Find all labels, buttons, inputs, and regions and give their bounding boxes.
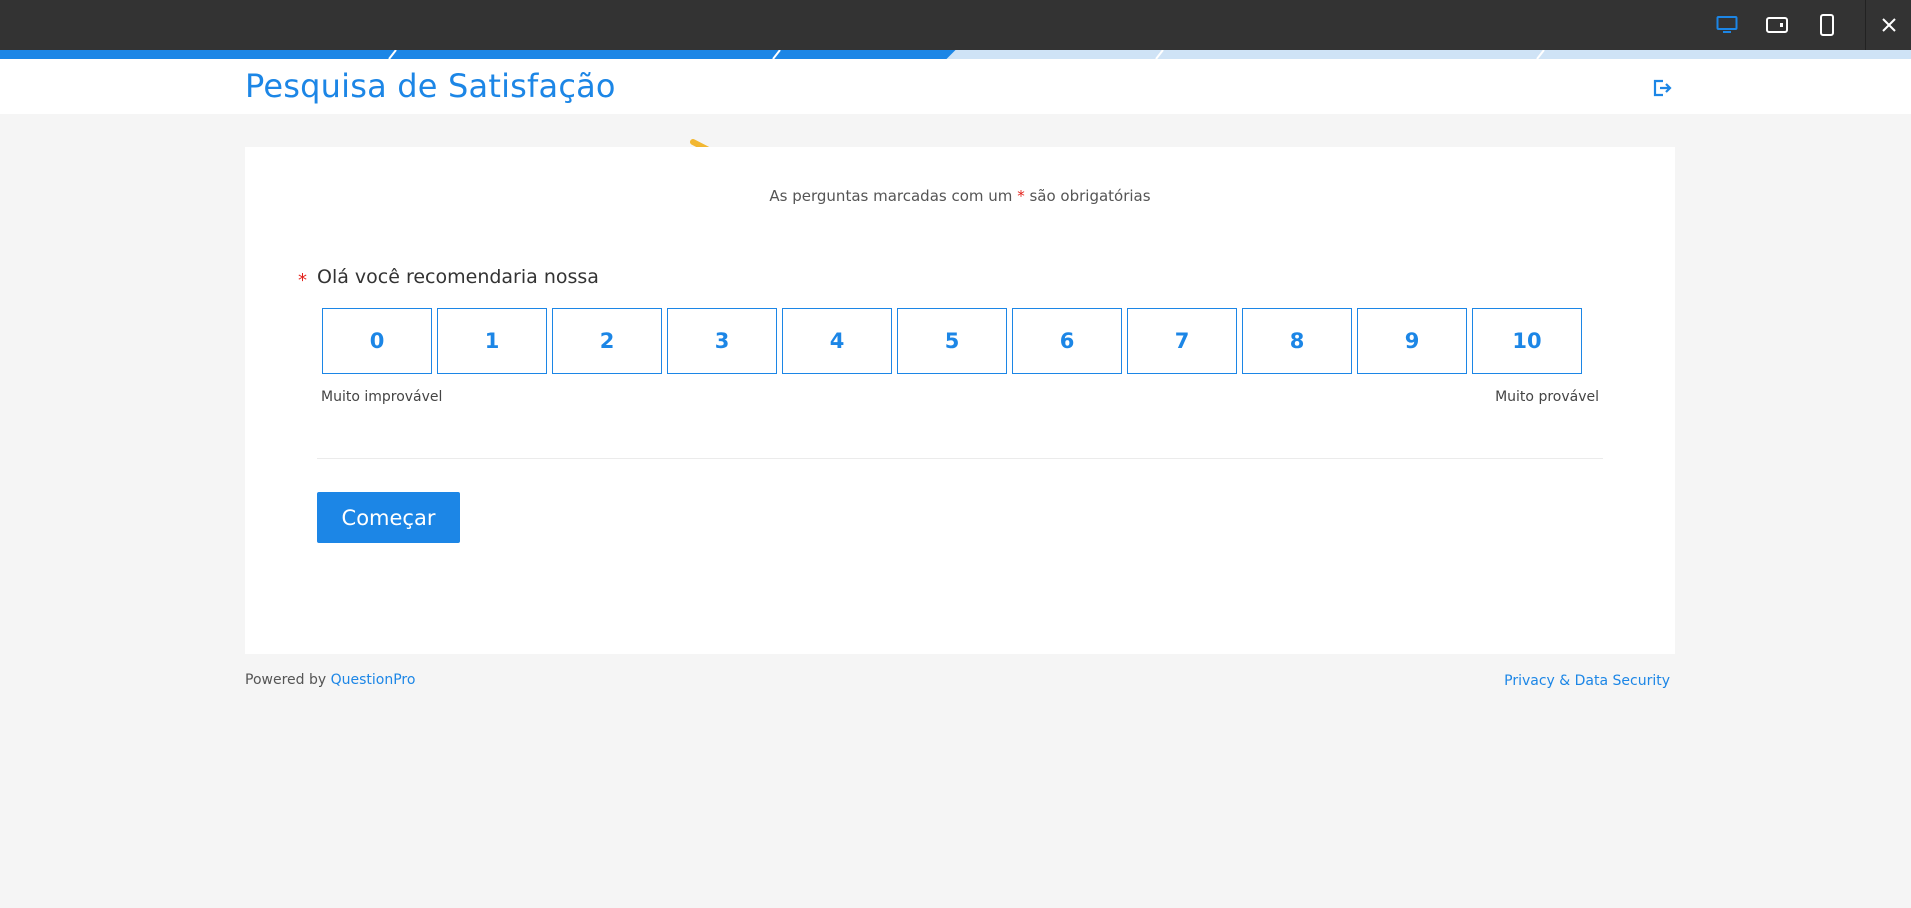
scale-option[interactable]: 10 bbox=[1472, 308, 1582, 374]
powered-by: Powered by QuestionPro bbox=[245, 672, 415, 688]
progress-bar bbox=[0, 50, 1911, 59]
scale-low-label: Muito improvável bbox=[321, 389, 443, 405]
scale-option[interactable]: 3 bbox=[667, 308, 777, 374]
powered-by-label: Powered by bbox=[245, 672, 327, 688]
mobile-view-button[interactable] bbox=[1815, 13, 1839, 37]
scale-option[interactable]: 2 bbox=[552, 308, 662, 374]
required-note: As perguntas marcadas com um * são obrig… bbox=[245, 187, 1675, 205]
scale-option[interactable]: 8 bbox=[1242, 308, 1352, 374]
page-title: Pesquisa de Satisfação bbox=[245, 67, 616, 105]
close-icon bbox=[1881, 18, 1896, 32]
scale-high-label: Muito provável bbox=[1495, 389, 1599, 405]
scale-option[interactable]: 5 bbox=[897, 308, 1007, 374]
exit-icon bbox=[1653, 79, 1672, 97]
tablet-icon bbox=[1766, 17, 1788, 33]
question-text: Olá você recomendaria nossa bbox=[317, 266, 599, 288]
scale-option[interactable]: 7 bbox=[1127, 308, 1237, 374]
required-note-suffix: são obrigatórias bbox=[1029, 187, 1151, 205]
divider bbox=[317, 458, 1603, 459]
required-star: * bbox=[1017, 187, 1025, 205]
desktop-view-button[interactable] bbox=[1715, 13, 1739, 37]
questionpro-link[interactable]: QuestionPro bbox=[331, 672, 416, 688]
progress-segment-separators bbox=[388, 50, 1545, 59]
question-required-star: * bbox=[298, 270, 307, 291]
survey-header: Pesquisa de Satisfação bbox=[0, 59, 1911, 114]
scale-option[interactable]: 9 bbox=[1357, 308, 1467, 374]
start-button[interactable]: Começar bbox=[317, 492, 460, 543]
privacy-link[interactable]: Privacy & Data Security bbox=[1504, 673, 1670, 689]
scale-option[interactable]: 0 bbox=[322, 308, 432, 374]
desktop-icon bbox=[1716, 16, 1738, 33]
nps-scale: 0 1 2 3 4 5 6 7 8 9 10 bbox=[322, 308, 1582, 374]
scale-option[interactable]: 6 bbox=[1012, 308, 1122, 374]
survey-card: As perguntas marcadas com um * são obrig… bbox=[245, 147, 1675, 654]
tablet-view-button[interactable] bbox=[1765, 13, 1789, 37]
scale-option[interactable]: 4 bbox=[782, 308, 892, 374]
exit-survey-button[interactable] bbox=[1652, 78, 1672, 98]
close-preview-button[interactable] bbox=[1865, 0, 1911, 50]
scale-option[interactable]: 1 bbox=[437, 308, 547, 374]
device-switcher bbox=[1715, 0, 1839, 50]
required-note-prefix: As perguntas marcadas com um bbox=[769, 187, 1013, 205]
mobile-icon bbox=[1820, 14, 1834, 36]
preview-toolbar bbox=[0, 0, 1911, 50]
